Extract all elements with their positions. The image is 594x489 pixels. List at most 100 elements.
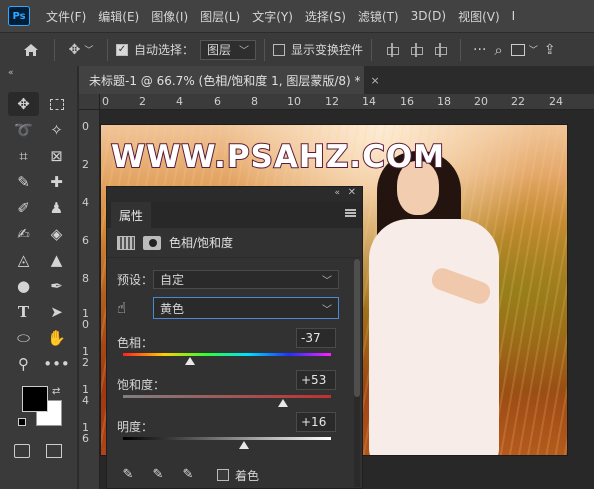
eyedropper-minus-icon[interactable]: ✎ [179,465,197,483]
channel-dropdown[interactable]: 黄色 ﹀ [153,297,339,319]
targeted-adjustment-icon[interactable]: ☝ [117,299,153,317]
chevron-down-icon: ﹀ [84,46,94,56]
ruler-tick-label: 20 [474,95,488,108]
pen-tool-icon[interactable]: ✒ [41,274,72,298]
search-icon[interactable]: ⌕ [494,41,502,59]
show-transform-label: 显示变换控件 [291,43,364,57]
hue-slider-track[interactable] [123,353,331,356]
align-right-icon[interactable] [433,42,448,57]
preset-dropdown[interactable]: 自定 ﹀ [153,270,339,289]
home-button[interactable] [16,35,46,65]
color-swatches [22,386,68,432]
paint-bucket-icon[interactable]: ◬ [8,248,39,272]
menu-select[interactable]: 选择(S) [299,8,352,25]
separator [371,38,373,61]
blur-tool-icon[interactable]: ▲ [41,248,72,272]
stamp-tool-icon[interactable]: ♟ [41,196,72,220]
adjustment-icon[interactable] [117,235,135,250]
menu-file[interactable]: 文件(F) [40,8,92,25]
dodge-tool-icon[interactable]: ● [8,274,39,298]
default-colors-icon[interactable] [18,418,26,426]
collapse-panel-icon[interactable]: « [334,188,340,198]
foreground-color-swatch[interactable] [22,386,48,412]
saturation-slider-thumb[interactable] [278,399,289,407]
show-transform-checkbox[interactable] [273,43,286,56]
share-icon[interactable]: ⇪ [544,42,556,58]
type-tool-icon[interactable]: T [8,300,39,324]
ruler-tick-label: 6 [82,234,89,247]
history-brush-icon[interactable]: ✍ [8,222,39,246]
lightness-input[interactable]: +16 [296,412,336,432]
move-tool-preset-button[interactable]: ✥ ﹀ [63,42,99,58]
crop-tool-icon[interactable]: ⌗ [8,144,39,168]
ruler-tick-label: 8 [251,95,258,108]
lasso-tool-icon[interactable]: ➰ [8,118,39,142]
saturation-slider-track[interactable] [123,395,331,398]
separator [107,38,108,61]
align-left-icon[interactable] [385,42,400,57]
eyedropper-icon[interactable]: ✎ [119,465,137,483]
close-icon[interactable]: × [371,74,380,87]
collapse-icon[interactable]: « [0,66,77,80]
menu-edit[interactable]: 编辑(E) [92,8,145,25]
move-tool-icon[interactable]: ✥ [8,92,39,116]
menu-view[interactable]: 视图(V) [452,8,506,25]
ruler-tick-label: 24 [549,95,563,108]
ruler-tick-label: 0 [102,95,109,108]
close-icon[interactable]: ✕ [348,187,356,198]
ruler-horizontal: 0 2 4 6 8 10 12 14 16 18 20 22 24 [100,94,594,110]
auto-select-target-dropdown[interactable]: 图层 ﹀ [200,39,257,60]
swap-colors-icon[interactable]: ⇄ [52,386,60,397]
more-options-icon[interactable]: ··· [473,42,486,58]
eraser-tool-icon[interactable]: ◈ [41,222,72,246]
eyedropper-plus-icon[interactable]: ✎ [149,465,167,483]
separator [460,38,462,61]
align-center-icon[interactable] [409,42,424,57]
frame-tool-icon[interactable]: ⊠ [41,144,72,168]
tab-properties[interactable]: 属性 [111,202,151,228]
panel-scrollbar[interactable] [354,259,360,487]
hue-slider-thumb[interactable] [184,357,195,365]
lightness-slider-thumb[interactable] [238,441,249,449]
ruler-tick-label: 8 [82,272,89,285]
panel-scrollbar-thumb[interactable] [354,259,360,397]
ruler-tick-label: 10 [287,95,301,108]
chevron-down-icon[interactable]: ﹀ [529,43,538,56]
menu-overflow[interactable]: I [506,9,522,23]
eyedropper-tool-icon[interactable]: ✎ [8,170,39,194]
separator [54,38,55,61]
ruler-tick-label: 18 [437,95,451,108]
ruler-tick-label: 16 [400,95,414,108]
colorize-checkbox[interactable] [217,469,229,481]
adjustment-header: 色相/饱和度 [107,228,362,258]
menu-image[interactable]: 图像(I) [145,8,194,25]
magic-wand-icon[interactable]: ✧ [41,118,72,142]
auto-select-value: 图层 [207,43,232,57]
menu-3d[interactable]: 3D(D) [405,9,452,23]
menu-layer[interactable]: 图层(L) [194,8,246,25]
healing-brush-icon[interactable]: ✚ [41,170,72,194]
preset-label: 预设： [117,273,154,287]
document-tab[interactable]: 未标题-1 @ 66.7% (色相/饱和度 1, 图层蒙版/8) * × [79,66,380,94]
menu-filter[interactable]: 滤镜(T) [352,8,405,25]
lightness-slider-track[interactable] [123,437,331,440]
edit-toolbar-icon[interactable]: ••• [41,352,72,376]
ellipse-tool-icon[interactable]: ⬭ [8,326,39,350]
auto-select-checkbox[interactable] [116,43,128,56]
hand-tool-icon[interactable]: ✋ [41,326,72,350]
screen-mode-icon[interactable] [46,444,62,458]
panel-menu-icon[interactable] [345,209,356,217]
marquee-tool-icon[interactable] [41,92,72,116]
preset-value: 自定 [160,273,185,287]
ruler-tick-label: 1 4 [82,383,89,407]
path-select-icon[interactable]: ➤ [41,300,72,324]
hue-input[interactable]: -37 [296,328,336,348]
quick-mask-icon[interactable] [14,444,30,458]
options-bar: ✥﹀ 自动选择： 图层﹀ 显示变换控件 ··· ⌕ ﹀ ⇪ [0,32,594,66]
workspace-icon[interactable] [510,43,525,56]
layer-mask-icon[interactable] [143,235,161,250]
zoom-tool-icon[interactable]: ⚲ [8,352,39,376]
menu-type[interactable]: 文字(Y) [246,8,299,25]
saturation-input[interactable]: +53 [296,370,336,390]
brush-tool-icon[interactable]: ✐ [8,196,39,220]
